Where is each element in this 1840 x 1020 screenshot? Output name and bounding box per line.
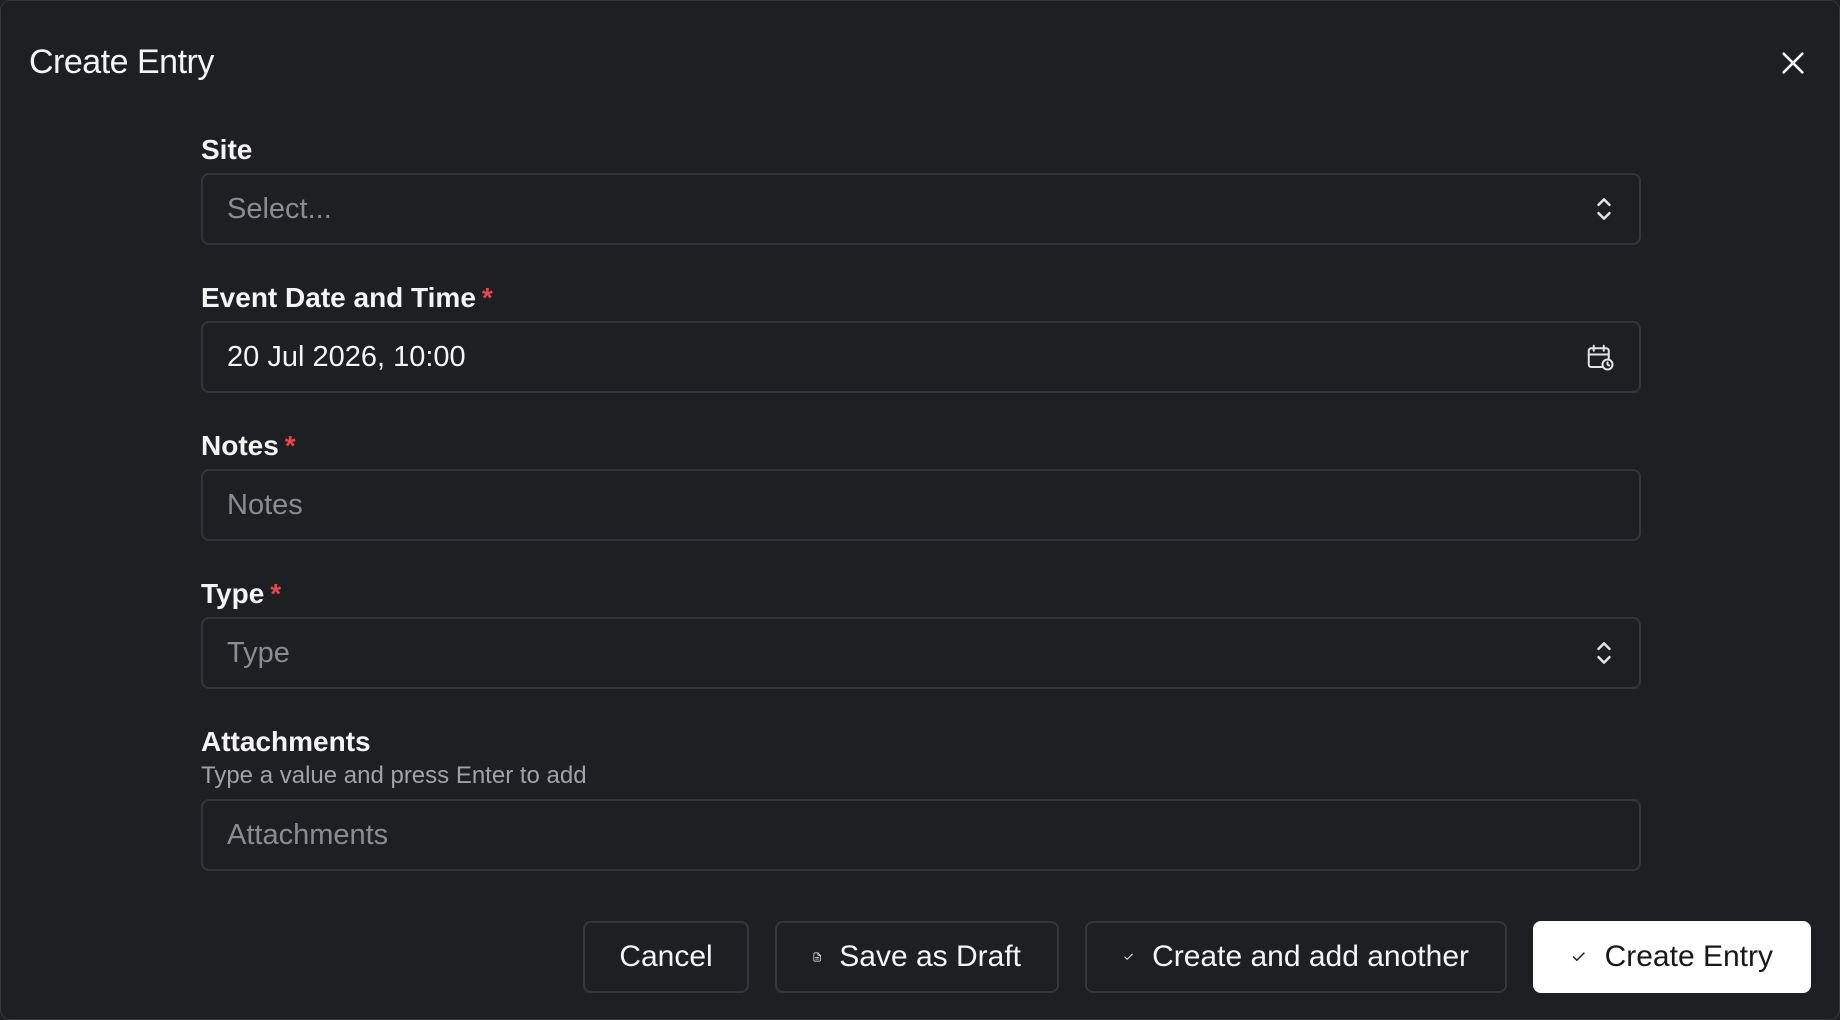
required-marker: *: [481, 282, 493, 313]
save-draft-button[interactable]: Save as Draft: [775, 921, 1059, 993]
create-entry-dialog: Create Entry Site Select... Event Date a…: [0, 0, 1840, 1020]
notes-group: Notes * Notes: [201, 423, 1641, 541]
site-group: Site Select...: [201, 127, 1641, 245]
save-draft-button-label: Save as Draft: [839, 940, 1021, 973]
create-and-add-another-button[interactable]: Create and add another: [1085, 921, 1507, 993]
check-icon: [1124, 953, 1133, 960]
type-placeholder: Type: [227, 636, 290, 669]
notes-label: Notes *: [201, 430, 296, 461]
close-button[interactable]: [1773, 43, 1813, 83]
attachments-label: Attachments: [201, 726, 371, 757]
type-select[interactable]: Type: [201, 617, 1641, 689]
cancel-button[interactable]: Cancel: [583, 921, 749, 993]
type-label: Type *: [201, 578, 282, 609]
notes-placeholder: Notes: [227, 488, 303, 521]
event-date-input[interactable]: 20 Jul 2026, 10:00: [201, 321, 1641, 393]
dialog-footer: Cancel Save as Draft Create and add anot…: [583, 921, 1811, 993]
site-placeholder: Select...: [227, 192, 332, 225]
dialog-title: Create Entry: [29, 43, 214, 81]
cancel-button-label: Cancel: [619, 940, 713, 973]
chevron-up-down-icon: [1593, 639, 1615, 667]
event-date-value: 20 Jul 2026, 10:00: [227, 340, 466, 373]
event-date-label: Event Date and Time *: [201, 282, 493, 313]
check-icon: [1572, 952, 1585, 961]
create-and-add-another-label: Create and add another: [1152, 940, 1469, 973]
attachments-input[interactable]: Attachments: [201, 799, 1641, 871]
calendar-clock-icon[interactable]: [1585, 342, 1615, 372]
chevron-up-down-icon: [1593, 195, 1615, 223]
required-marker: *: [270, 578, 282, 609]
required-marker: *: [284, 430, 296, 461]
entry-form: Site Select... Event Date and Time * 20 J…: [201, 127, 1641, 901]
site-select[interactable]: Select...: [201, 173, 1641, 245]
notes-input[interactable]: Notes: [201, 469, 1641, 541]
document-icon: [813, 952, 821, 962]
attachments-placeholder: Attachments: [227, 818, 389, 851]
type-group: Type * Type: [201, 571, 1641, 689]
close-icon: [1782, 52, 1804, 74]
site-label: Site: [201, 134, 253, 165]
attachments-hint: Type a value and press Enter to add: [201, 762, 587, 789]
create-entry-button[interactable]: Create Entry: [1533, 921, 1811, 993]
event-date-group: Event Date and Time * 20 Jul 2026, 10:00: [201, 275, 1641, 393]
attachments-group: Attachments Type a value and press Enter…: [201, 719, 1641, 871]
create-entry-button-label: Create Entry: [1604, 940, 1773, 973]
